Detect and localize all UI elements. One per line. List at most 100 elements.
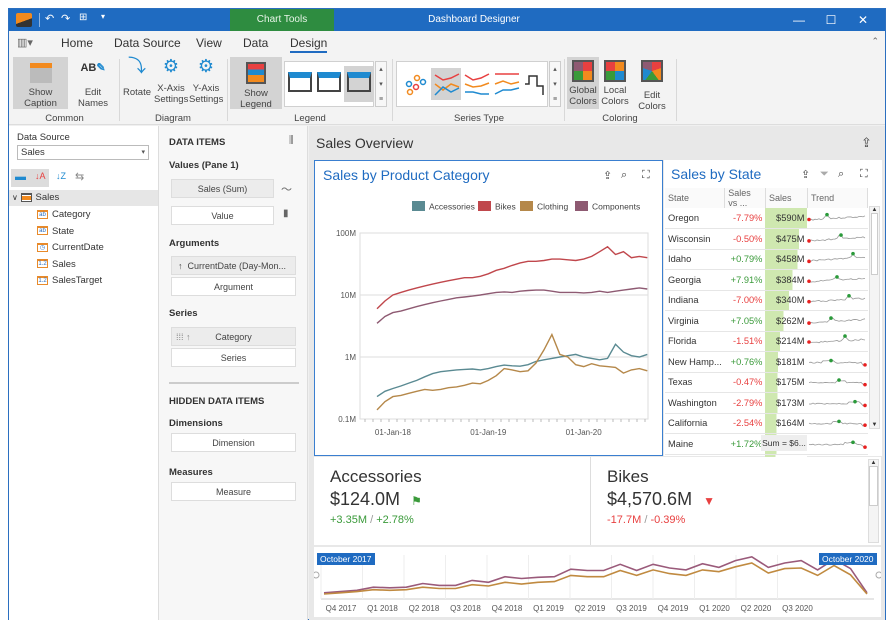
table-row[interactable]: Texas -0.47% $175M <box>665 372 868 393</box>
group-by-type-icon[interactable]: ▬ <box>15 171 26 183</box>
grid-item[interactable]: Sales by State ⇪ ⏷ ⌕ ⛶ State Sales vs ...… <box>664 160 882 496</box>
quick-access-dropdown-icon[interactable]: ▾ <box>101 12 105 21</box>
sparkline-min-point <box>807 259 812 264</box>
table-row[interactable]: Indiana -7.00% $340M <box>665 290 868 311</box>
x-axis-settings-button[interactable]: ⚙ X-Axis Settings <box>154 57 188 109</box>
field-currentdate[interactable]: ◷ CurrentDate <box>9 240 158 256</box>
line-series-type-icon[interactable]: 〜 <box>281 181 292 197</box>
tab-data[interactable]: Data <box>243 36 268 50</box>
sparkline-min-point <box>863 403 868 407</box>
table-row[interactable]: Wisconsin -0.50% $475M <box>665 228 868 250</box>
sparkline-min-point <box>807 300 812 304</box>
table-row[interactable]: Virginia +7.05% $262M <box>665 310 868 332</box>
range-filter-chart[interactable]: Q4 2017 Q1 2018 Q2 2018 Q3 2018 Q4 2018 Q1 20… <box>312 547 883 617</box>
table-row[interactable]: Washington -2.79% $173M <box>665 392 868 414</box>
sparkline-max-point <box>851 440 856 444</box>
clear-filter-icon[interactable]: ⏷ <box>820 168 829 181</box>
range-end-handle[interactable] <box>875 571 883 579</box>
sales-bar-cell: $164M <box>765 413 808 434</box>
export-icon[interactable]: ⇪ <box>801 168 810 181</box>
table-row[interactable]: Oregon -7.79% $590M <box>665 208 868 229</box>
sort-z-a-icon[interactable]: ↓Z <box>56 171 66 181</box>
column-header[interactable]: State <box>665 188 726 208</box>
field-sales[interactable]: 1.2 Sales <box>9 257 158 273</box>
sort-a-z-icon[interactable]: ↓A <box>35 171 46 181</box>
export-icon[interactable]: ⇪ <box>603 169 612 182</box>
range-filter-item[interactable]: Q4 2017 Q1 2018 Q2 2018 Q3 2018 Q4 2018 Q1 20… <box>312 547 883 617</box>
y-axis-settings-button[interactable]: ⚙ Y-Axis Settings <box>189 57 223 109</box>
chart-options-icon[interactable]: ⫼ <box>289 135 294 146</box>
local-colors-button[interactable]: Local Colors <box>600 57 630 109</box>
legend-position-gallery[interactable] <box>284 61 374 107</box>
field-state[interactable]: ab State <box>9 224 158 240</box>
trend-sparkline-cell <box>807 433 868 455</box>
legend-gallery-scroll[interactable]: ▴ ▾ ≡ <box>375 61 387 107</box>
table-row[interactable]: Idaho +0.79% $458M <box>665 249 868 270</box>
maximize-button[interactable]: ☐ <box>817 9 845 31</box>
table-row[interactable]: New Hamp... +0.76% $181M <box>665 351 868 373</box>
column-header[interactable]: Sales <box>765 188 808 208</box>
data-source-select[interactable]: Sales ▾ <box>17 145 149 160</box>
edit-names-button[interactable]: AB✎ Edit Names <box>70 57 116 110</box>
table-row[interactable]: Georgia +7.91% $384M <box>665 269 868 291</box>
column-header[interactable]: Sales vs ... <box>724 188 766 208</box>
field-category[interactable]: ab Category <box>9 207 158 223</box>
cards-scrollbar[interactable]: ▲ <box>868 459 879 543</box>
tab-view[interactable]: View <box>196 36 222 50</box>
collapse-ribbon-icon[interactable]: ⌃ <box>871 36 879 47</box>
column-header[interactable]: Trend <box>807 188 869 208</box>
grid-scrollbar[interactable]: ▲ ▼ <box>869 206 880 429</box>
undo-icon[interactable]: ↶ <box>45 12 54 25</box>
value-placeholder[interactable]: Value <box>171 206 274 225</box>
tree-item-sales-root[interactable]: ∨ Sales <box>9 190 158 206</box>
arguments-header: Arguments <box>169 238 220 249</box>
kpi-card-bikes[interactable]: Bikes $4,570.6M ▼ -17.7M / -0.39% <box>607 467 857 526</box>
legend-top-right-icon[interactable] <box>347 72 371 92</box>
edit-colors-button[interactable]: Edit Colors <box>632 57 672 112</box>
series-type-gallery[interactable] <box>396 61 548 107</box>
legend-top-left-icon[interactable] <box>288 72 312 92</box>
file-menu-icon[interactable]: ▥▾ <box>17 36 33 49</box>
table-row[interactable]: California -2.54% $164M <box>665 413 868 434</box>
show-legend-button[interactable]: Show Legend <box>230 57 282 110</box>
range-end-label: October 2020 <box>822 554 874 564</box>
chart-item[interactable]: Sales by Product Category ⇪ ⌕ ⛶ 0.1M 1M 10… <box>314 160 663 456</box>
series-item-category[interactable]: ⁞⁞⁞ ↑ Category <box>171 327 296 346</box>
refresh-fields-icon[interactable]: ⇆ <box>75 170 84 183</box>
tab-data-source[interactable]: Data Source <box>114 36 181 50</box>
sparkline-line <box>809 359 866 366</box>
grid-caption: Sales by State <box>671 166 762 182</box>
redo-icon[interactable]: ↷ <box>61 12 70 25</box>
maximize-icon[interactable]: ⛶ <box>642 169 650 182</box>
delta-cell: -7.00% <box>724 290 766 311</box>
rotate-icon: ⤵ <box>128 56 146 76</box>
close-button[interactable]: ✕ <box>849 9 877 31</box>
tab-design[interactable]: Design <box>290 36 328 53</box>
field-salestarget[interactable]: 1.2 SalesTarget <box>9 273 158 289</box>
sparkline-max-point <box>829 358 834 363</box>
maximize-icon[interactable]: ⛶ <box>860 168 868 181</box>
trend-sparkline-cell <box>807 269 868 291</box>
argument-item-currentdate[interactable]: ↑ CurrentDate (Day-Mon... <box>171 256 296 275</box>
table-row[interactable]: Florida -1.51% $214M <box>665 331 868 352</box>
ribbon-customize-icon[interactable]: ⊞ <box>79 12 87 23</box>
minimize-button[interactable]: — <box>785 9 813 31</box>
series-placeholder[interactable]: Series <box>171 348 296 367</box>
measure-placeholder[interactable]: Measure <box>171 482 296 501</box>
value-item-sales-sum[interactable]: Sales (Sum) <box>171 179 274 198</box>
dimension-placeholder[interactable]: Dimension <box>171 433 296 452</box>
kpi-card-accessories[interactable]: Accessories $124.0M ⚑ +3.35M / +2.78% <box>330 467 580 526</box>
tab-home[interactable]: Home <box>61 36 93 50</box>
drill-filter-icon[interactable]: ⌕ <box>621 169 627 182</box>
show-caption-button[interactable]: Show Caption <box>13 57 68 109</box>
range-start-handle[interactable] <box>312 571 320 579</box>
card-delta-percent: +2.78% <box>376 514 414 526</box>
series-type-gallery-scroll[interactable]: ▴ ▾ ≡ <box>549 61 561 107</box>
drill-filter-icon[interactable]: ⌕ <box>838 168 844 181</box>
global-colors-button[interactable]: Global Colors <box>567 57 599 109</box>
argument-placeholder[interactable]: Argument <box>171 277 296 296</box>
export-icon[interactable]: ⇪ <box>861 135 872 151</box>
bar-chart-icon[interactable]: ▮ <box>283 208 289 219</box>
rotate-button[interactable]: ⤵ Rotate <box>122 57 152 109</box>
legend-top-center-icon[interactable] <box>317 72 341 92</box>
